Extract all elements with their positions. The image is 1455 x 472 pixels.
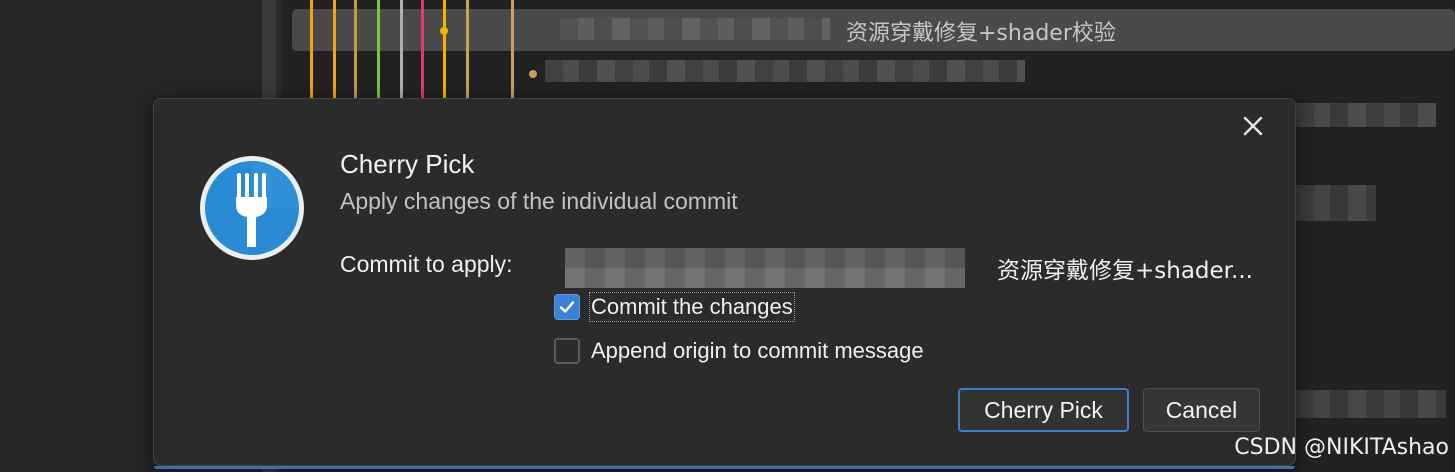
commit-changes-checkbox[interactable] xyxy=(554,294,580,320)
redacted-date-2 xyxy=(1296,390,1446,418)
dialog-title: Cherry Pick xyxy=(340,149,475,179)
graph-branch-line xyxy=(333,0,336,100)
graph-branch-line xyxy=(421,0,424,100)
redacted-commit-hash xyxy=(560,18,830,40)
watermark: CSDN @NIKITAshao xyxy=(1234,435,1449,460)
commit-changes-option[interactable]: Commit the changes xyxy=(554,292,795,322)
checkmark-icon xyxy=(559,301,575,313)
dialog-subtitle: Apply changes of the individual commit xyxy=(340,188,738,214)
graph-commit-dot xyxy=(440,27,448,35)
append-origin-label: Append origin to commit message xyxy=(591,338,924,363)
dialog-focus-accent xyxy=(154,466,1295,469)
cancel-button[interactable]: Cancel xyxy=(1143,388,1260,432)
commit-to-apply-label: Commit to apply: xyxy=(340,251,513,277)
redacted-commit-message xyxy=(545,60,1025,82)
graph-branch-line xyxy=(354,0,357,100)
graph-commit-dot xyxy=(529,70,537,78)
fork-icon xyxy=(200,156,304,260)
graph-branch-line xyxy=(511,0,514,100)
graph-branch-line xyxy=(443,0,446,100)
redacted-commit-id xyxy=(565,248,965,288)
redacted-date xyxy=(1296,185,1376,221)
graph-branch-line xyxy=(466,0,469,100)
commit-changes-label: Commit the changes xyxy=(589,292,795,322)
append-origin-option[interactable]: Append origin to commit message xyxy=(554,338,924,364)
append-origin-checkbox[interactable] xyxy=(554,338,580,364)
graph-branch-line xyxy=(400,0,403,100)
close-icon xyxy=(1243,116,1263,136)
graph-branch-line xyxy=(310,0,313,100)
commit-row-message: 资源穿戴修复+shader校验 xyxy=(846,21,1116,46)
close-button[interactable] xyxy=(1238,111,1268,141)
commit-to-apply-value: 资源穿戴修复+shader... xyxy=(997,258,1253,284)
redacted-author xyxy=(1296,103,1436,127)
cherry-pick-dialog: Cherry Pick Apply changes of the individ… xyxy=(153,98,1296,469)
cherry-pick-button[interactable]: Cherry Pick xyxy=(958,388,1129,432)
graph-branch-line xyxy=(377,0,380,100)
